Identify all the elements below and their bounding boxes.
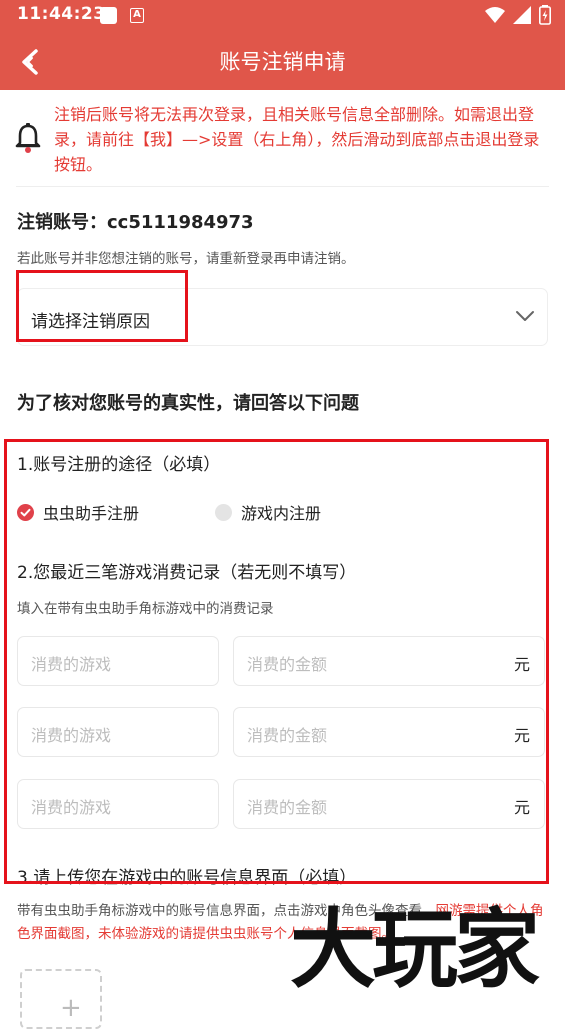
chevron-down-icon xyxy=(516,311,534,321)
account-label: 注销账号： xyxy=(17,212,107,233)
verify-title: 为了核对您账号的真实性，请回答以下问题 xyxy=(17,393,359,414)
notice-banner: 注销后账号将无法再次登录，且相关账号信息全部删除。如需退出登录，请前往【我】—>… xyxy=(0,90,565,186)
highlight-box xyxy=(16,270,188,342)
status-icons xyxy=(485,5,551,25)
page-title: 账号注销申请 xyxy=(219,50,346,74)
plus-icon: + xyxy=(60,993,82,1023)
battery-icon xyxy=(539,5,551,25)
bell-icon xyxy=(15,123,41,153)
account-row: 注销账号：cc5111984973 xyxy=(17,208,254,234)
account-id: cc5111984973 xyxy=(107,212,254,233)
app-notification-icon: A xyxy=(130,8,144,23)
account-tip: 若此账号并非您想注销的账号，请重新登录再申请注销。 xyxy=(17,251,355,267)
notification-icon xyxy=(100,7,117,24)
upload-image-button[interactable]: + xyxy=(20,969,102,1029)
signal-icon xyxy=(513,6,531,24)
app-header: 账号注销申请 xyxy=(0,32,565,90)
watermark: 大玩家 xyxy=(290,900,540,1000)
status-bar: 11:44:23 A xyxy=(0,0,565,32)
notice-text: 注销后账号将无法再次登录，且相关账号信息全部删除。如需退出登录，请前往【我】—>… xyxy=(54,105,540,174)
highlight-box xyxy=(4,439,549,884)
divider xyxy=(16,186,549,187)
status-time: 11:44:23 xyxy=(17,4,106,24)
wifi-icon xyxy=(485,7,505,23)
